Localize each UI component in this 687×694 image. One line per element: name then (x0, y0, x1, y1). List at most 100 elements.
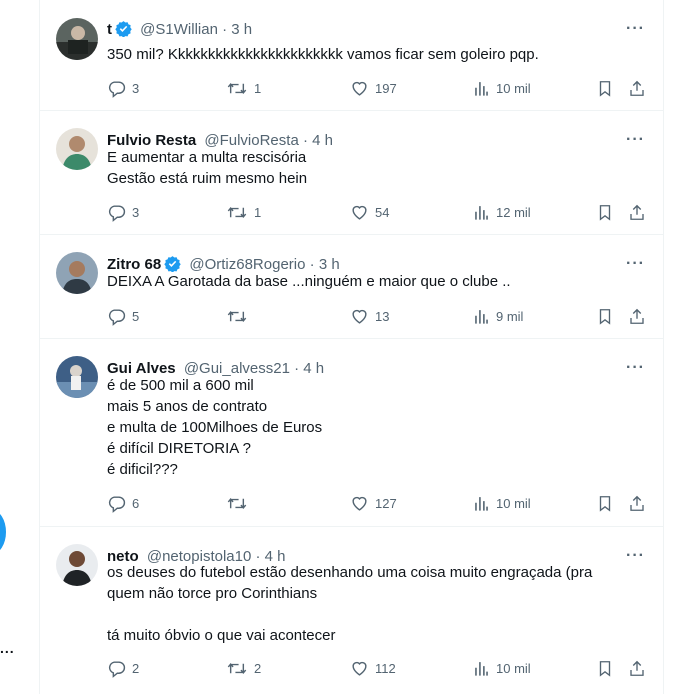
reply-count: 5 (132, 308, 140, 324)
tweet[interactable]: Fulvio Resta @FulvioResta · 4 h ··· E au… (40, 111, 663, 235)
tweet-header: t @S1Willian · 3 h (107, 20, 252, 40)
avatar[interactable] (56, 252, 98, 294)
tweet-text: DEIXA A Garotada da base ...ninguém e ma… (107, 271, 511, 292)
timestamp[interactable]: 4 h (312, 132, 333, 149)
more-icon[interactable]: ··· (626, 359, 645, 377)
views-button[interactable]: 10 mil (473, 492, 531, 514)
views-chart-icon (475, 205, 488, 220)
share-button[interactable] (628, 492, 652, 514)
heart-icon (352, 496, 367, 511)
separator-dot: · (222, 21, 228, 38)
account-more-label[interactable]: ... (0, 640, 15, 656)
retweet-button[interactable] (226, 492, 254, 514)
avatar[interactable] (56, 128, 98, 170)
tweet-text: E aumentar a multa rescisória Gestão est… (107, 147, 307, 189)
reply-button[interactable]: 2 (107, 657, 139, 679)
like-count: 127 (375, 495, 397, 511)
retweet-button[interactable]: 1 (226, 77, 261, 99)
reply-icon (108, 660, 126, 678)
share-icon (630, 80, 644, 96)
post-button-edge[interactable] (0, 510, 6, 554)
bookmark-button[interactable] (596, 201, 620, 223)
timestamp[interactable]: 3 h (231, 21, 252, 38)
reply-icon (108, 204, 126, 222)
reply-count: 2 (132, 660, 140, 676)
view-count: 10 mil (496, 495, 531, 511)
share-button[interactable] (628, 305, 652, 327)
verified-badge-icon (164, 256, 181, 272)
tweet-text-line: DEIXA A Garotada da base ...ninguém e ma… (107, 273, 511, 290)
reply-button[interactable]: 3 (107, 201, 139, 223)
avatar[interactable] (56, 544, 98, 586)
avatar[interactable] (56, 356, 98, 398)
retweet-count: 1 (254, 204, 262, 220)
views-chart-icon (475, 309, 488, 324)
like-count: 54 (375, 204, 390, 220)
more-icon[interactable]: ··· (626, 131, 645, 149)
tweet-text-line: é difícil DIRETORIA ? (107, 440, 251, 457)
tweet-text-line: 350 mil? Kkkkkkkkkkkkkkkkkkkkkkk vamos f… (107, 46, 539, 63)
more-icon[interactable]: ··· (626, 20, 645, 38)
share-button[interactable] (628, 657, 652, 679)
more-icon[interactable]: ··· (626, 547, 645, 565)
like-button[interactable]: 112 (350, 657, 396, 679)
user-handle[interactable]: @S1Willian (140, 21, 218, 38)
like-button[interactable]: 13 (350, 305, 389, 327)
retweet-icon (227, 662, 247, 674)
bookmark-button[interactable] (596, 492, 620, 514)
tweet[interactable]: neto @netopistola10 · 4 h ··· os deuses … (40, 527, 663, 694)
reply-button[interactable]: 3 (107, 77, 139, 99)
share-button[interactable] (628, 77, 652, 99)
share-icon (630, 495, 644, 511)
display-name[interactable]: t (107, 21, 112, 38)
tweet-text: é de 500 mil a 600 mil mais 5 anos de co… (107, 375, 322, 480)
avatar[interactable] (56, 18, 98, 60)
retweet-button[interactable] (226, 305, 254, 327)
retweet-count: 1 (254, 80, 262, 96)
tweet[interactable]: t @S1Willian · 3 h ··· 350 mil? Kkkkkkkk… (40, 0, 663, 111)
tweet-actions: 5 13 9 mil (107, 305, 647, 327)
verified-badge-icon (115, 21, 132, 37)
replies-timeline: t @S1Willian · 3 h ··· 350 mil? Kkkkkkkk… (39, 0, 664, 694)
tweet-text-line: e multa de 100Milhoes de Euros (107, 419, 323, 436)
like-count: 13 (375, 308, 390, 324)
views-button[interactable]: 10 mil (473, 77, 531, 99)
reply-button[interactable]: 6 (107, 492, 139, 514)
retweet-count: 2 (254, 660, 262, 676)
view-count: 9 mil (496, 308, 524, 324)
like-button[interactable]: 127 (350, 492, 397, 514)
reply-count: 6 (132, 495, 140, 511)
tweet[interactable]: Gui Alves @Gui_alvess21 · 4 h ··· é de 5… (40, 339, 663, 527)
tweet-text: 350 mil? Kkkkkkkkkkkkkkkkkkkkkkk vamos f… (107, 44, 539, 65)
tweet-text-line: os deuses do futebol estão desenhando um… (107, 564, 593, 581)
retweet-button[interactable]: 1 (226, 201, 261, 223)
bookmark-icon (599, 660, 611, 677)
tweet-text-line: quem não torce pro Corinthians (107, 585, 318, 602)
retweet-button[interactable]: 2 (226, 657, 261, 679)
share-button[interactable] (628, 201, 652, 223)
heart-icon (352, 205, 367, 220)
like-button[interactable]: 54 (350, 201, 389, 223)
reply-icon (108, 308, 126, 326)
bookmark-button[interactable] (596, 77, 620, 99)
view-count: 12 mil (496, 204, 531, 220)
views-chart-icon (475, 661, 488, 676)
views-button[interactable]: 10 mil (473, 657, 531, 679)
tweet[interactable]: Zitro 68 @Ortiz68Rogerio · 3 h ··· DEIXA… (40, 235, 663, 339)
reply-icon (108, 495, 126, 513)
reply-button[interactable]: 5 (107, 305, 139, 327)
like-count: 197 (375, 80, 397, 96)
bookmark-icon (599, 204, 611, 221)
views-button[interactable]: 12 mil (473, 201, 531, 223)
tweet-text-line: é dificil??? (107, 461, 178, 478)
bookmark-button[interactable] (596, 657, 620, 679)
views-button[interactable]: 9 mil (473, 305, 523, 327)
more-icon[interactable]: ··· (626, 255, 645, 273)
bookmark-button[interactable] (596, 305, 620, 327)
share-icon (630, 308, 644, 324)
tweet-text: os deuses do futebol estão desenhando um… (107, 562, 592, 646)
retweet-icon (227, 497, 247, 509)
tweet-text-line: tá muito óbvio o que vai acontecer (107, 627, 336, 644)
views-chart-icon (475, 81, 488, 96)
like-button[interactable]: 197 (350, 77, 397, 99)
